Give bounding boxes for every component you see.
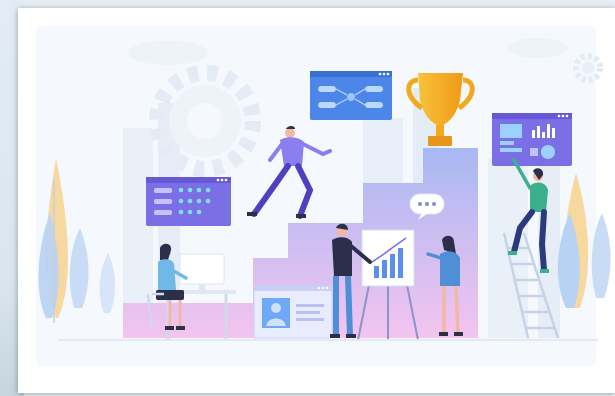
- profile-card: [253, 285, 333, 339]
- dashboard-panel: [492, 113, 572, 166]
- flowchart-panel: [310, 71, 392, 120]
- checklist-panel: [146, 177, 231, 226]
- illustration-card: [18, 8, 615, 393]
- user-profile-icon: [262, 298, 290, 328]
- career-growth-illustration: [36, 26, 611, 366]
